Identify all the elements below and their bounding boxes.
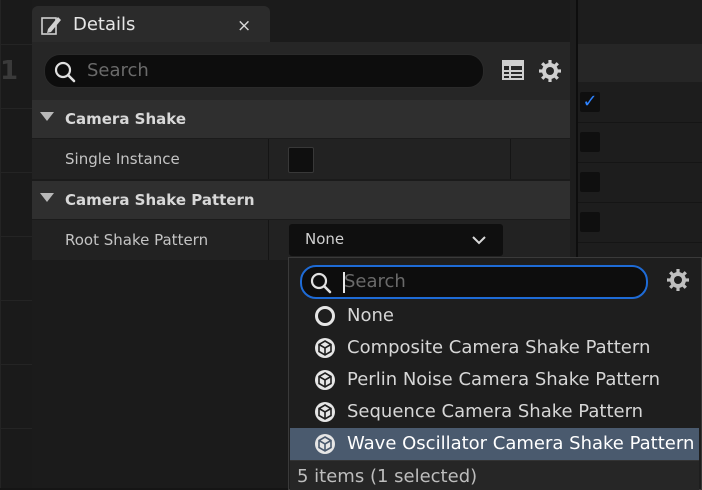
edit-pencil-icon — [41, 17, 61, 35]
dropdown-item-none[interactable]: None — [290, 300, 699, 332]
column-divider — [268, 220, 269, 260]
details-tab-title: Details — [73, 14, 136, 35]
category-camera-shake-pattern[interactable]: Camera Shake Pattern — [32, 181, 570, 219]
none-circle-icon — [315, 306, 335, 326]
row-divider — [578, 122, 702, 123]
category-camera-shake[interactable]: Camera Shake — [32, 100, 570, 138]
dropdown-search-placeholder: Search — [344, 271, 406, 292]
background-checkbox[interactable] — [580, 172, 600, 192]
column-divider — [268, 139, 269, 179]
class-cube-icon — [315, 402, 335, 422]
category-label: Camera Shake — [65, 110, 187, 128]
class-picker-dropdown: Search None Composite Camera Shake Patte… — [288, 257, 702, 490]
item-count-label: 5 items (1 selected) — [297, 466, 478, 487]
collapse-arrow-icon — [40, 193, 54, 202]
text-caret — [343, 272, 345, 293]
close-icon[interactable]: × — [237, 16, 251, 36]
dropdown-item-label: Wave Oscillator Camera Shake Pattern — [347, 433, 695, 454]
class-cube-icon — [315, 370, 335, 390]
dropdown-item-wave-oscillator[interactable]: Wave Oscillator Camera Shake Pattern — [290, 428, 699, 460]
dropdown-item-label: Sequence Camera Shake Pattern — [347, 401, 644, 422]
background-checkbox-checked[interactable]: ✓ — [580, 92, 600, 112]
details-tab[interactable]: Details × — [32, 6, 270, 42]
dropdown-item-sequence[interactable]: Sequence Camera Shake Pattern — [290, 396, 699, 428]
property-matrix-icon[interactable] — [502, 60, 524, 80]
details-toolbar: Search — [32, 42, 570, 100]
details-search-input[interactable]: Search — [44, 54, 484, 88]
property-label: Single Instance — [65, 150, 180, 168]
settings-gear-icon[interactable] — [538, 59, 562, 83]
dropdown-item-label: Composite Camera Shake Pattern — [347, 337, 651, 358]
combo-value: None — [305, 230, 345, 248]
single-instance-checkbox[interactable] — [288, 147, 314, 173]
property-label: Root Shake Pattern — [65, 231, 209, 249]
category-label: Camera Shake Pattern — [65, 191, 255, 209]
property-row-single-instance: Single Instance — [32, 139, 570, 179]
search-icon — [310, 272, 332, 294]
dropdown-item-label: None — [347, 305, 394, 326]
row-divider — [578, 162, 702, 163]
row-divider — [578, 242, 702, 243]
class-cube-icon — [315, 338, 335, 358]
graph-background: 1 — [0, 0, 32, 488]
dropdown-footer: 5 items (1 selected) — [290, 460, 699, 490]
root-shake-pattern-combo[interactable]: None — [289, 224, 503, 256]
class-cube-icon — [315, 434, 335, 454]
column-divider — [510, 139, 511, 179]
graph-number: 1 — [0, 56, 19, 86]
chevron-down-icon — [472, 236, 486, 245]
collapse-arrow-icon — [40, 112, 54, 121]
settings-gear-icon[interactable] — [666, 268, 690, 292]
search-icon — [54, 61, 76, 83]
background-checkbox[interactable] — [580, 132, 600, 152]
dropdown-item-composite[interactable]: Composite Camera Shake Pattern — [290, 332, 699, 364]
details-search-placeholder: Search — [87, 60, 149, 81]
list-header — [578, 44, 702, 82]
dropdown-search-input[interactable]: Search — [300, 265, 648, 299]
dropdown-item-label: Perlin Noise Camera Shake Pattern — [347, 369, 661, 390]
property-row-root-shake-pattern: Root Shake Pattern None — [32, 220, 570, 260]
dropdown-item-perlin-noise[interactable]: Perlin Noise Camera Shake Pattern — [290, 364, 699, 396]
background-checkbox[interactable] — [580, 212, 600, 232]
row-divider — [578, 202, 702, 203]
